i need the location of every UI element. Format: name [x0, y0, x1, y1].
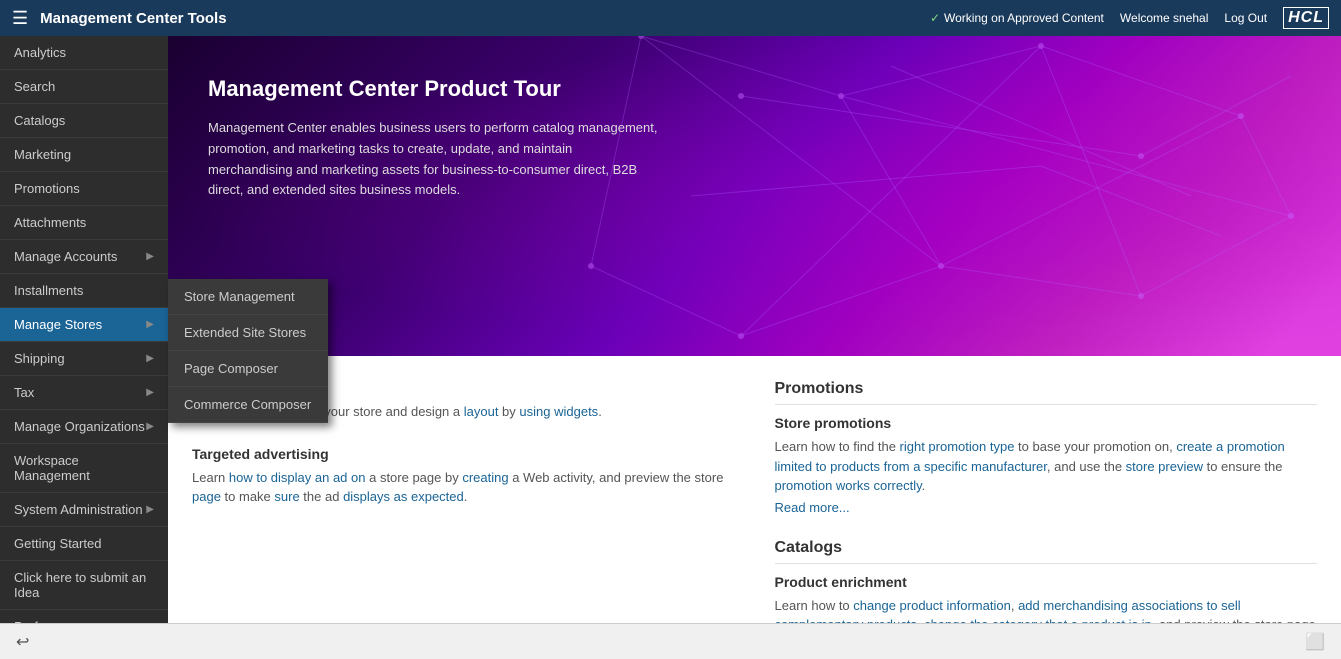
- topbar: ☰ Management Center Tools ✓ Working on A…: [0, 0, 1341, 36]
- chevron-icon: ▶: [146, 504, 154, 515]
- submenu-item-extended-site-stores[interactable]: Extended Site Stores: [168, 315, 328, 351]
- window-icon[interactable]: ⬜: [1305, 632, 1325, 652]
- sidebar-item-label: Promotions: [14, 181, 80, 196]
- body-content: Page Composer Create a new page for your…: [168, 356, 1341, 659]
- hcl-logo: HCL: [1283, 7, 1329, 29]
- sidebar-item-promotions[interactable]: Promotions: [0, 172, 168, 206]
- targeted-advertising-subtitle: Targeted advertising: [192, 446, 735, 462]
- sidebar-item-attachments[interactable]: Attachments: [0, 206, 168, 240]
- sidebar-item-manage-stores[interactable]: Manage Stores ▶: [0, 308, 168, 342]
- logout-button[interactable]: Log Out: [1224, 11, 1267, 25]
- sidebar-item-label: Shipping: [14, 351, 65, 366]
- main-layout: Analytics Search Catalogs Marketing Promotio…: [0, 36, 1341, 659]
- sidebar-item-click-submit-idea[interactable]: Click here to submit an Idea: [0, 561, 168, 610]
- sidebar-item-label: Workspace Management: [14, 453, 154, 483]
- right-column: Promotions Store promotions Learn how to…: [775, 380, 1318, 659]
- sidebar-item-label: Attachments: [14, 215, 86, 230]
- sidebar-item-label: Getting Started: [14, 536, 101, 551]
- hero-text: Management Center Product Tour Managemen…: [208, 76, 658, 201]
- sidebar-item-manage-organizations[interactable]: Manage Organizations▶: [0, 410, 168, 444]
- targeted-advertising-text: Learn how to display an ad on a store pa…: [192, 468, 735, 507]
- content-grid: Page Composer Create a new page for your…: [192, 380, 1317, 659]
- sidebar-item-label: Manage Stores: [14, 317, 102, 332]
- sidebar-item-search[interactable]: Search: [0, 70, 168, 104]
- submenu-item-commerce-composer[interactable]: Commerce Composer: [168, 387, 328, 423]
- displays-link[interactable]: displays as expected: [343, 489, 464, 504]
- sidebar-item-analytics[interactable]: Analytics: [0, 36, 168, 70]
- change-product-link[interactable]: change product information: [853, 598, 1011, 613]
- sidebar: Analytics Search Catalogs Marketing Promotio…: [0, 36, 168, 659]
- sidebar-item-system-administration[interactable]: System Administration▶: [0, 493, 168, 527]
- chevron-icon: ▶: [146, 353, 154, 364]
- creating-link[interactable]: creating: [462, 470, 508, 485]
- sidebar-item-tax[interactable]: Tax ▶: [0, 376, 168, 410]
- product-enrichment-subtitle: Product enrichment: [775, 574, 1318, 590]
- chevron-icon: ▶: [146, 387, 154, 398]
- app-title: Management Center Tools: [40, 10, 930, 27]
- sidebar-item-label: System Administration: [14, 502, 143, 517]
- submenu-item-store-management[interactable]: Store Management: [168, 279, 328, 315]
- manage-stores-submenu: Store ManagementExtended Site StoresPage…: [168, 279, 328, 423]
- sidebar-item-manage-accounts[interactable]: Manage Accounts ▶: [0, 240, 168, 274]
- sidebar-item-label: Catalogs: [14, 113, 65, 128]
- store-page-link[interactable]: page: [192, 489, 221, 504]
- sidebar-item-installments[interactable]: Installments: [0, 274, 168, 308]
- promotions-header: Promotions: [775, 380, 1318, 405]
- back-icon[interactable]: ↩: [16, 632, 29, 652]
- sidebar-item-catalogs[interactable]: Catalogs: [0, 104, 168, 138]
- chevron-icon: ▶: [146, 251, 154, 262]
- sidebar-item-label: Installments: [14, 283, 83, 298]
- sidebar-item-label: Tax: [14, 385, 34, 400]
- welcome-label: Welcome snehal: [1120, 11, 1209, 25]
- topbar-right: ✓ Working on Approved Content Welcome sn…: [930, 7, 1329, 29]
- promotions-section: Promotions Store promotions Learn how to…: [775, 380, 1318, 515]
- check-icon: ✓: [930, 11, 940, 25]
- targeted-advertising-section: Targeted advertising Learn how to displa…: [192, 446, 735, 507]
- store-promotions-read-more[interactable]: Read more...: [775, 500, 850, 515]
- sidebar-item-label: Manage Organizations: [14, 419, 145, 434]
- sidebar-item-workspace-management[interactable]: Workspace Management: [0, 444, 168, 493]
- sidebar-item-label: Search: [14, 79, 55, 94]
- promotion-type-link[interactable]: right promotion type: [900, 439, 1015, 454]
- menu-icon[interactable]: ☰: [12, 8, 28, 29]
- widgets-link[interactable]: using widgets: [519, 404, 598, 419]
- catalogs-header: Catalogs: [775, 539, 1318, 564]
- bottom-bar: ↩ ⬜: [0, 623, 1341, 659]
- store-promotions-text: Learn how to find the right promotion ty…: [775, 437, 1318, 496]
- sidebar-item-getting-started[interactable]: Getting Started: [0, 527, 168, 561]
- approved-status: ✓ Working on Approved Content: [930, 11, 1104, 25]
- display-ad-link[interactable]: how to display an ad on: [229, 470, 366, 485]
- store-preview-link[interactable]: store preview: [1126, 459, 1203, 474]
- chevron-icon: ▶: [146, 319, 154, 330]
- sidebar-item-label: Analytics: [14, 45, 66, 60]
- sidebar-item-label: Marketing: [14, 147, 71, 162]
- content-area: Management Center Product Tour Managemen…: [168, 36, 1341, 659]
- sure-link[interactable]: sure: [274, 489, 299, 504]
- sidebar-item-shipping[interactable]: Shipping ▶: [0, 342, 168, 376]
- hero-banner: Management Center Product Tour Managemen…: [168, 36, 1341, 356]
- chevron-icon: ▶: [146, 421, 154, 432]
- approved-label: Working on Approved Content: [944, 11, 1104, 25]
- submenu-item-page-composer[interactable]: Page Composer: [168, 351, 328, 387]
- sidebar-item-label: Click here to submit an Idea: [14, 570, 154, 600]
- sidebar-item-label: Manage Accounts: [14, 249, 117, 264]
- promotion-works-link[interactable]: promotion works correctly: [775, 478, 922, 493]
- hero-description: Management Center enables business users…: [208, 118, 658, 201]
- hero-title: Management Center Product Tour: [208, 76, 658, 102]
- store-promotions-subtitle: Store promotions: [775, 415, 1318, 431]
- sidebar-item-marketing[interactable]: Marketing: [0, 138, 168, 172]
- layout-link[interactable]: layout: [464, 404, 499, 419]
- create-promotion-link[interactable]: create a promotion limited to products f…: [775, 439, 1285, 474]
